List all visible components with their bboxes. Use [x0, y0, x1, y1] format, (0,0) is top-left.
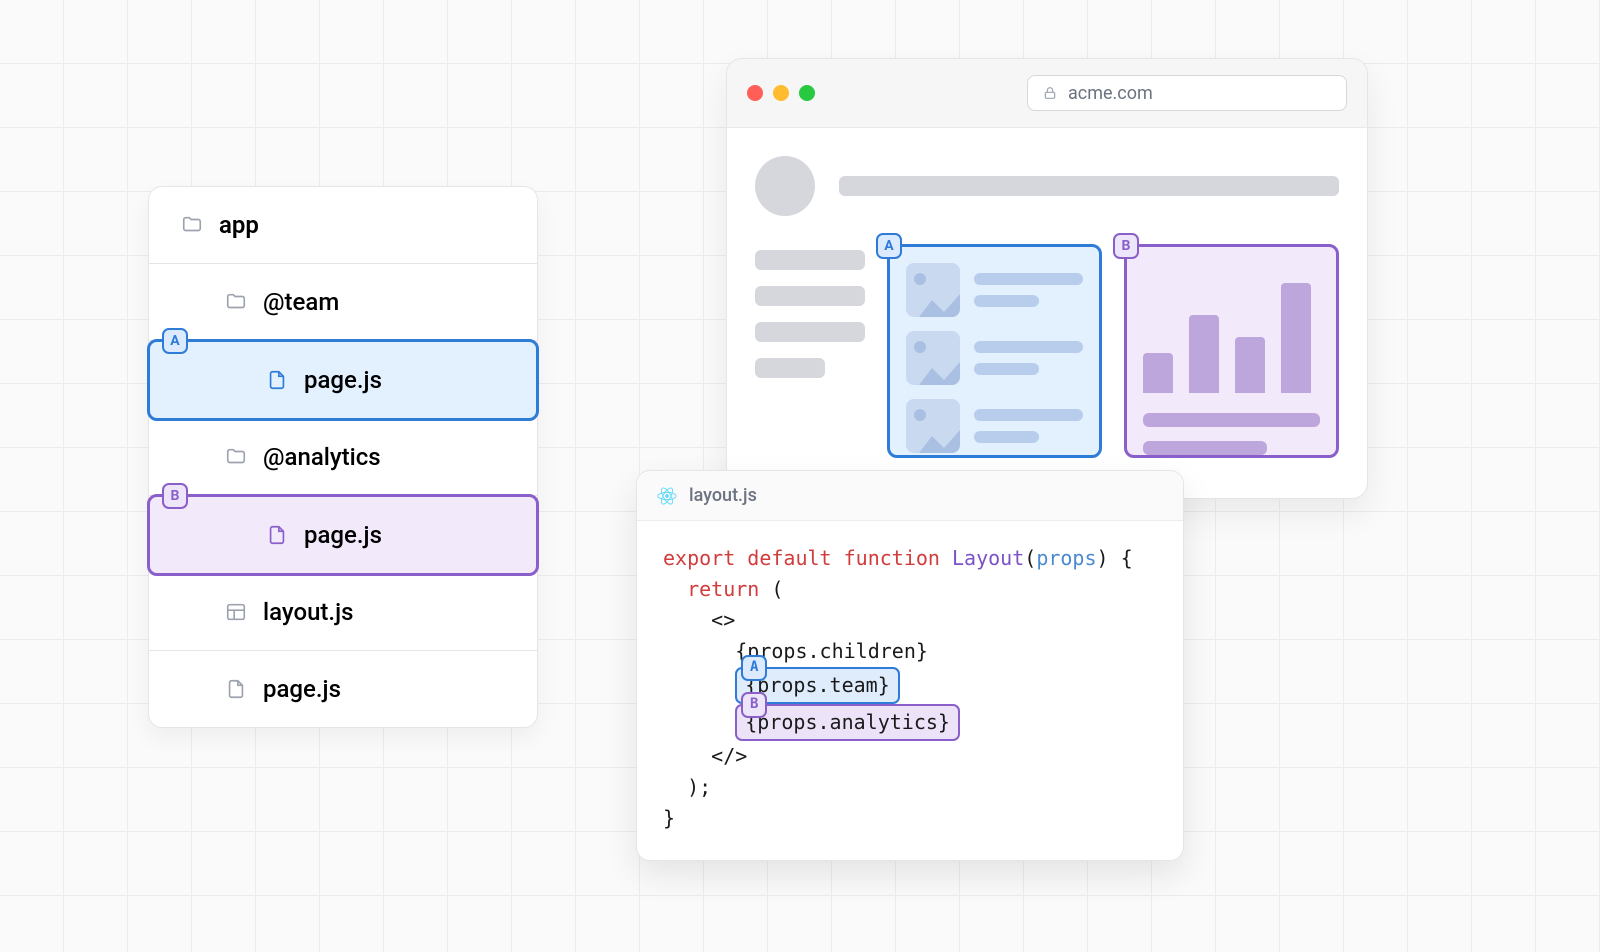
image-icon: [906, 399, 960, 453]
lock-icon: [1042, 85, 1058, 101]
code-body: export default function Layout(props) { …: [637, 521, 1183, 860]
avatar-placeholder: [755, 156, 815, 216]
file-icon: [225, 678, 247, 700]
slot-tag-b: B: [1113, 233, 1139, 259]
file-icon: [266, 369, 288, 391]
url-bar[interactable]: acme.com: [1027, 75, 1347, 111]
image-icon: [906, 331, 960, 385]
file-label: layout.js: [263, 598, 353, 626]
folder-analytics[interactable]: @analytics: [149, 419, 537, 496]
folder-icon: [225, 446, 247, 468]
browser-window: acme.com A B: [726, 58, 1368, 499]
folder-app[interactable]: app: [149, 187, 537, 264]
slot-tag-b: B: [741, 692, 767, 718]
file-label: page.js: [304, 366, 382, 394]
folder-label: @analytics: [263, 443, 381, 471]
slot-tag-a: A: [876, 233, 902, 259]
slot-tag-a: A: [162, 328, 188, 354]
folder-icon: [181, 214, 203, 236]
react-icon: [657, 486, 677, 506]
browser-chrome: acme.com: [727, 59, 1367, 128]
bar-chart: [1143, 263, 1320, 393]
folder-team[interactable]: @team: [149, 264, 537, 341]
chart-bar: [1143, 353, 1173, 393]
chart-bar: [1189, 315, 1219, 393]
file-icon: [266, 524, 288, 546]
list-item: [906, 331, 1083, 385]
slot-team: A: [887, 244, 1102, 458]
file-layout[interactable]: layout.js: [149, 574, 537, 651]
window-max-icon[interactable]: [799, 85, 815, 101]
folder-icon: [225, 291, 247, 313]
title-placeholder: [839, 176, 1339, 196]
nav-placeholder: [755, 250, 865, 458]
file-team-page[interactable]: A page.js: [147, 339, 539, 421]
file-tree-panel: app @team A page.js @analytics B page.js…: [148, 186, 538, 728]
file-label: page.js: [304, 521, 382, 549]
code-panel: layout.js export default function Layout…: [636, 470, 1184, 861]
image-icon: [906, 263, 960, 317]
chart-bar: [1235, 337, 1265, 393]
code-slot-analytics: B{props.analytics}: [735, 704, 960, 741]
folder-label: @team: [263, 288, 339, 316]
list-item: [906, 399, 1083, 453]
code-header: layout.js: [637, 471, 1183, 521]
window-close-icon[interactable]: [747, 85, 763, 101]
file-analytics-page[interactable]: B page.js: [147, 494, 539, 576]
folder-label: app: [219, 211, 259, 239]
slot-tag-b: B: [162, 483, 188, 509]
file-label: page.js: [263, 675, 341, 703]
window-min-icon[interactable]: [773, 85, 789, 101]
list-item: [906, 263, 1083, 317]
chart-bar: [1281, 283, 1311, 393]
code-filename: layout.js: [689, 485, 757, 506]
layout-icon: [225, 601, 247, 623]
url-text: acme.com: [1068, 83, 1153, 104]
slot-tag-a: A: [741, 655, 767, 681]
file-root-page[interactable]: page.js: [149, 651, 537, 727]
slot-analytics: B: [1124, 244, 1339, 458]
